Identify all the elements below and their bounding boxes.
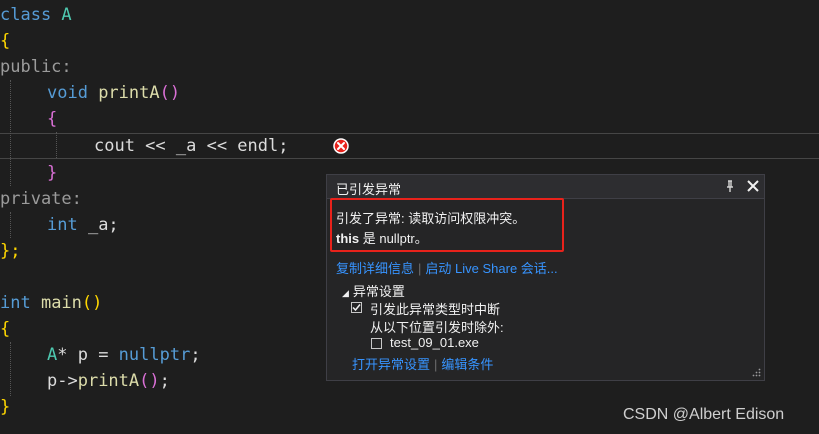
module-row[interactable]: test_09_01.exe (371, 335, 479, 350)
action-links: 复制详细信息 | 启动 Live Share 会话... (336, 258, 558, 277)
exception-settings-section[interactable]: ◢ 异常设置 (342, 281, 405, 300)
open-exception-settings-link[interactable]: 打开异常设置 (352, 357, 430, 372)
code-line-2[interactable]: { (0, 28, 10, 54)
code-line-14[interactable]: p->printA(); (47, 368, 170, 394)
code-line-9[interactable]: int _a; (47, 212, 119, 238)
collapse-triangle-icon[interactable]: ◢ (342, 288, 349, 298)
exception-settings-title: 异常设置 (352, 284, 405, 299)
exception-popup-header: 已引发异常 (327, 175, 764, 199)
code-line-13[interactable]: A* p = nullptr; (47, 342, 201, 368)
indent-guide (10, 80, 11, 186)
break-when-thrown-label: 引发此异常类型时中断 (370, 302, 501, 317)
live-share-link[interactable]: 启动 Live Share 会话... (425, 261, 557, 276)
copy-details-link[interactable]: 复制详细信息 (336, 261, 414, 276)
exception-message: 引发了异常: 读取访问权限冲突。 (336, 211, 526, 226)
watermark: CSDN @Albert Edison (623, 406, 785, 423)
code-line-11[interactable]: int main() (0, 290, 102, 316)
link-separator: | (418, 261, 422, 276)
indent-guide (10, 212, 11, 238)
code-line-5[interactable]: { (47, 106, 57, 132)
exception-popup: 已引发异常 引发了异常: 读取访问权限冲突。 this 是 nullptr。 复… (326, 174, 765, 381)
code-line-6[interactable]: cout << _a << endl; (94, 133, 288, 159)
close-icon[interactable] (745, 178, 761, 194)
exception-detail: this 是 nullptr。 (336, 231, 428, 246)
except-when-from-label: 从以下位置引发时除外: (370, 320, 504, 335)
link-separator: | (434, 357, 438, 372)
checkbox-unchecked[interactable] (371, 338, 382, 349)
code-line-4[interactable]: void printA() (47, 80, 180, 106)
indent-guide (10, 342, 11, 396)
pin-icon[interactable] (723, 179, 737, 193)
code-line-10[interactable]: }; (0, 238, 20, 264)
error-icon[interactable] (333, 138, 349, 154)
exception-popup-title: 已引发异常 (336, 182, 402, 197)
code-line-1[interactable]: class A (0, 2, 72, 28)
resize-grip-icon[interactable] (751, 367, 761, 377)
indent-guide (56, 132, 57, 158)
break-when-thrown-row[interactable]: 引发此异常类型时中断 (351, 299, 501, 318)
code-line-12[interactable]: { (0, 316, 10, 342)
module-name-label: test_09_01.exe (390, 335, 479, 350)
checkbox-checked[interactable] (351, 302, 362, 313)
code-line-7[interactable]: } (47, 160, 57, 186)
code-line-8[interactable]: private: (0, 186, 82, 212)
edit-conditions-link[interactable]: 编辑条件 (441, 357, 493, 372)
settings-links: 打开异常设置 | 编辑条件 (352, 354, 493, 373)
code-line-3[interactable]: public: (0, 54, 72, 80)
code-line-15[interactable]: } (0, 394, 10, 420)
